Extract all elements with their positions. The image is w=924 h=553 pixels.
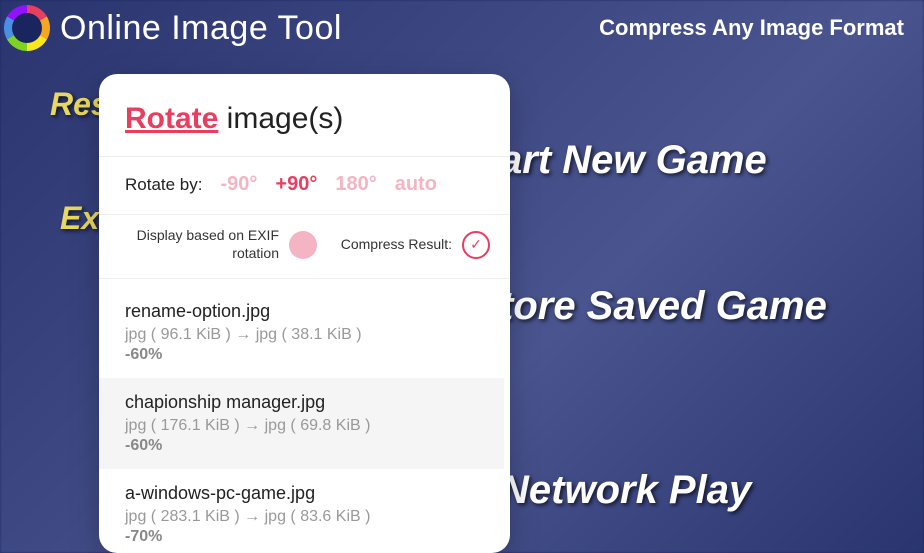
header: Online Image Tool Compress Any Image For…	[0, 0, 924, 56]
rotate-by-label: Rotate by:	[125, 175, 203, 195]
file-name: a-windows-pc-game.jpg	[125, 483, 478, 504]
file-percent: -60%	[125, 437, 478, 455]
compress-result-toggle[interactable]: ✓	[462, 231, 490, 259]
file-percent: -60%	[125, 346, 478, 364]
card-title: Rotate image(s)	[99, 74, 510, 156]
check-icon: ✓	[470, 236, 482, 253]
file-info: jpg ( 176.1 KiB ) → jpg ( 69.8 KiB )	[125, 417, 478, 435]
file-info: jpg ( 283.1 KiB ) → jpg ( 83.6 KiB )	[125, 508, 478, 526]
compress-result-label: Compress Result:	[341, 236, 452, 254]
rotate-card: Rotate image(s) Rotate by: -90° +90° 180° a…	[99, 74, 510, 553]
rotate-option-1[interactable]: +90°	[275, 173, 317, 196]
file-info: jpg ( 96.1 KiB ) → jpg ( 38.1 KiB )	[125, 326, 478, 344]
rotate-option-3[interactable]: auto	[395, 173, 437, 196]
file-list[interactable]: rename-option.jpg jpg ( 96.1 KiB ) → jpg …	[99, 287, 504, 547]
card-title-rest: image(s)	[218, 102, 343, 135]
file-item[interactable]: a-windows-pc-game.jpg jpg ( 283.1 KiB ) →…	[99, 469, 504, 547]
header-subtitle[interactable]: Compress Any Image Format	[599, 15, 904, 41]
logo-icon	[4, 5, 50, 51]
rotate-options-row: Rotate by: -90° +90° 180° auto	[99, 157, 510, 214]
file-item[interactable]: chapionship manager.jpg jpg ( 176.1 KiB )…	[99, 378, 504, 469]
rotate-option-0[interactable]: -90°	[221, 173, 258, 196]
file-name: chapionship manager.jpg	[125, 392, 478, 413]
bg-text-start: art New Game	[500, 138, 767, 183]
rotate-option-2[interactable]: 180°	[335, 173, 376, 196]
logo-wrap[interactable]: Online Image Tool	[4, 5, 342, 51]
bg-text-restore2: tore Saved Game	[500, 284, 827, 329]
file-percent: -70%	[125, 528, 478, 546]
exif-toggle[interactable]	[289, 231, 317, 259]
file-item[interactable]: rename-option.jpg jpg ( 96.1 KiB ) → jpg …	[99, 287, 504, 378]
divider	[99, 278, 510, 279]
bg-text-network: Network Play	[500, 468, 751, 513]
options-row: Display based on EXIF rotation Compress …	[99, 215, 510, 278]
exif-label: Display based on EXIF rotation	[119, 227, 279, 262]
file-name: rename-option.jpg	[125, 301, 478, 322]
site-title: Online Image Tool	[60, 9, 342, 48]
card-title-accent[interactable]: Rotate	[125, 102, 218, 135]
